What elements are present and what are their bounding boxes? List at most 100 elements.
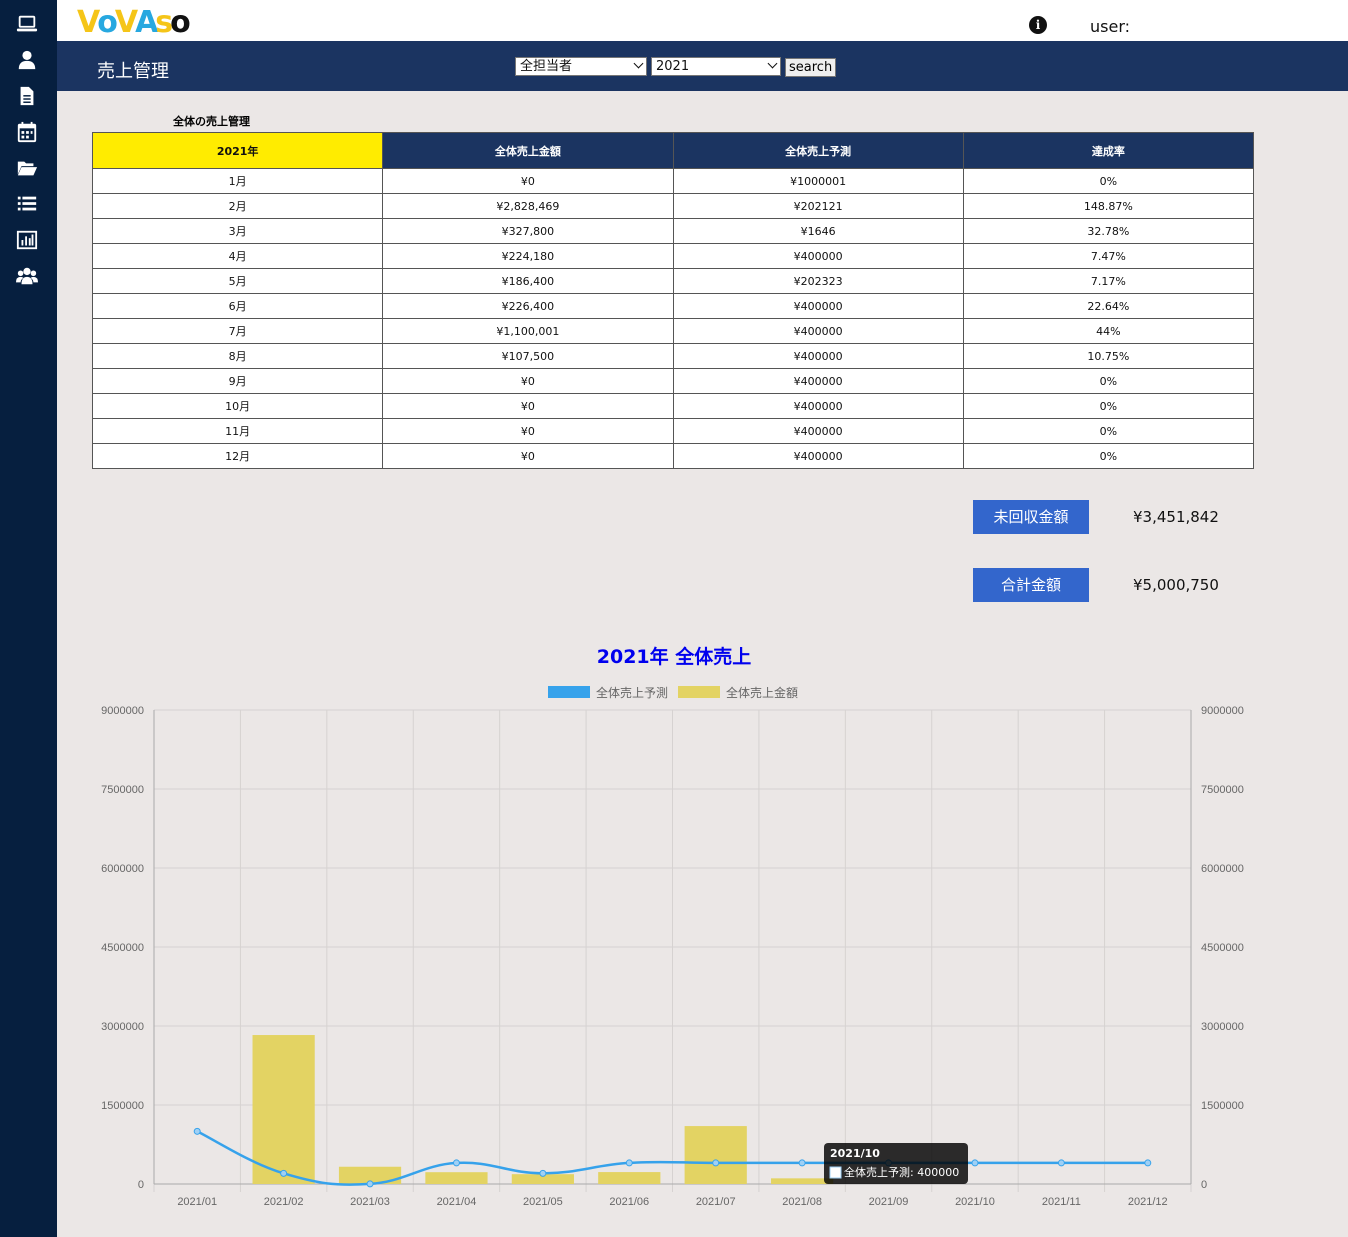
total-amount-value: ¥5,000,750 [1133,576,1219,594]
chevron-down-icon [767,58,778,69]
table-cell: 148.87% [962,193,1255,219]
bar [252,1035,315,1184]
table-cell: 2月 [91,193,384,219]
legend-label: 全体売上金額 [726,685,798,700]
table-row: 3月 ¥327,800 ¥1646 32.78% [91,218,1255,244]
bar [684,1126,747,1184]
bar-chart-icon[interactable] [13,227,41,253]
table-cell: ¥400000 [672,293,964,319]
table-cell: ¥0 [382,443,674,469]
table-cell: 44% [962,318,1255,344]
sales-chart[interactable]: 0 0 1500000 1500000 3000000 3000000 4500000 450… [57,670,1348,1230]
user-icon[interactable] [13,47,41,73]
legend-swatch [678,686,720,698]
table-row: 5月 ¥186,400 ¥202323 7.17% [91,268,1255,294]
table-row: 12月 ¥0 ¥400000 0% [91,443,1255,469]
line-point [193,1127,201,1135]
table-row: 6月 ¥226,400 ¥400000 22.64% [91,293,1255,319]
folder-open-icon[interactable] [13,155,41,181]
tooltip-text: 全体売上予測: 400000 [844,1165,959,1179]
laptop-icon[interactable] [13,11,41,37]
line-point [798,1159,806,1167]
y-tick-label-right: 0 [1201,1179,1207,1191]
user-label: user: [1090,17,1131,36]
x-tick-label: 2021/10 [955,1196,995,1208]
table-cell: ¥2,828,469 [382,193,674,219]
y-tick-label-right: 4500000 [1201,942,1244,954]
y-tick-label-right: 6000000 [1201,863,1244,875]
line-point [625,1159,633,1167]
bar [598,1172,661,1184]
table-cell: ¥327,800 [382,218,674,244]
line-point [971,1159,979,1167]
table-cell: ¥202121 [672,193,964,219]
x-tick-label: 2021/02 [264,1196,304,1208]
y-tick-label-left: 3000000 [101,1021,144,1033]
y-tick-label-left: 7500000 [101,784,144,796]
year-select-value: 2021 [656,59,690,74]
table-cell: 9月 [91,368,384,394]
table-row: 2月 ¥2,828,469 ¥202121 148.87% [91,193,1255,219]
bar [771,1178,834,1184]
table-cell: 10.75% [962,343,1255,369]
table-caption: 全体の売上管理 [173,115,250,128]
table-row: 8月 ¥107,500 ¥400000 10.75% [91,343,1255,369]
x-tick-label: 2021/01 [177,1196,217,1208]
table-cell: ¥0 [382,168,674,194]
table-cell: ¥400000 [672,343,964,369]
x-tick-label: 2021/04 [437,1196,477,1208]
y-tick-label-left: 4500000 [101,942,144,954]
table-row: 7月 ¥1,100,001 ¥400000 44% [91,318,1255,344]
table-row: 1月 ¥0 ¥1000001 0% [91,168,1255,194]
table-cell: 7.47% [962,243,1255,269]
uncollected-amount-value: ¥3,451,842 [1133,508,1219,526]
line-point [452,1159,460,1167]
table-cell: ¥0 [382,393,674,419]
bar [425,1172,488,1184]
table-row: 10月 ¥0 ¥400000 0% [91,393,1255,419]
table-cell: ¥186,400 [382,268,674,294]
users-icon[interactable] [13,263,41,289]
table-cell: 0% [962,443,1255,469]
table-cell: 0% [962,418,1255,444]
info-icon[interactable]: i [1029,16,1047,34]
page-header: 売上管理 全担当者 2021 search [57,41,1348,91]
table-cell: 7.17% [962,268,1255,294]
total-amount-button[interactable]: 合計金額 [973,568,1089,602]
table-header-1: 全体売上金額 [382,132,674,169]
chevron-down-icon [633,58,644,69]
y-tick-label-right: 1500000 [1201,1100,1244,1112]
table-header-2: 全体売上予測 [672,132,964,169]
table-cell: 7月 [91,318,384,344]
table-cell: 32.78% [962,218,1255,244]
y-tick-label-right: 3000000 [1201,1021,1244,1033]
x-tick-label: 2021/06 [609,1196,649,1208]
sidebar [0,0,57,1237]
calendar-icon[interactable] [13,119,41,145]
table-cell: 0% [962,168,1255,194]
person-select[interactable]: 全担当者 [515,57,647,76]
table-cell: ¥0 [382,368,674,394]
table-cell: ¥0 [382,418,674,444]
search-button[interactable]: search [785,58,837,77]
x-tick-label: 2021/12 [1128,1196,1168,1208]
person-select-value: 全担当者 [520,59,573,74]
list-icon[interactable] [13,191,41,217]
uncollected-amount-button[interactable]: 未回収金額 [973,500,1089,534]
table-cell: ¥400000 [672,318,964,344]
table-cell: 1月 [91,168,384,194]
y-tick-label-left: 9000000 [101,705,144,717]
table-header-3: 達成率 [962,132,1255,169]
table-cell: ¥226,400 [382,293,674,319]
x-tick-label: 2021/07 [696,1196,736,1208]
document-icon[interactable] [13,83,41,109]
line-point [712,1159,720,1167]
year-select[interactable]: 2021 [651,57,781,76]
table-cell: 0% [962,368,1255,394]
table-cell: ¥1000001 [672,168,964,194]
table-cell: ¥400000 [672,443,964,469]
tooltip-title: 2021/10 [830,1147,880,1160]
table-cell: ¥400000 [672,243,964,269]
app-logo[interactable]: VoVAso [77,4,191,40]
table-cell: 11月 [91,418,384,444]
